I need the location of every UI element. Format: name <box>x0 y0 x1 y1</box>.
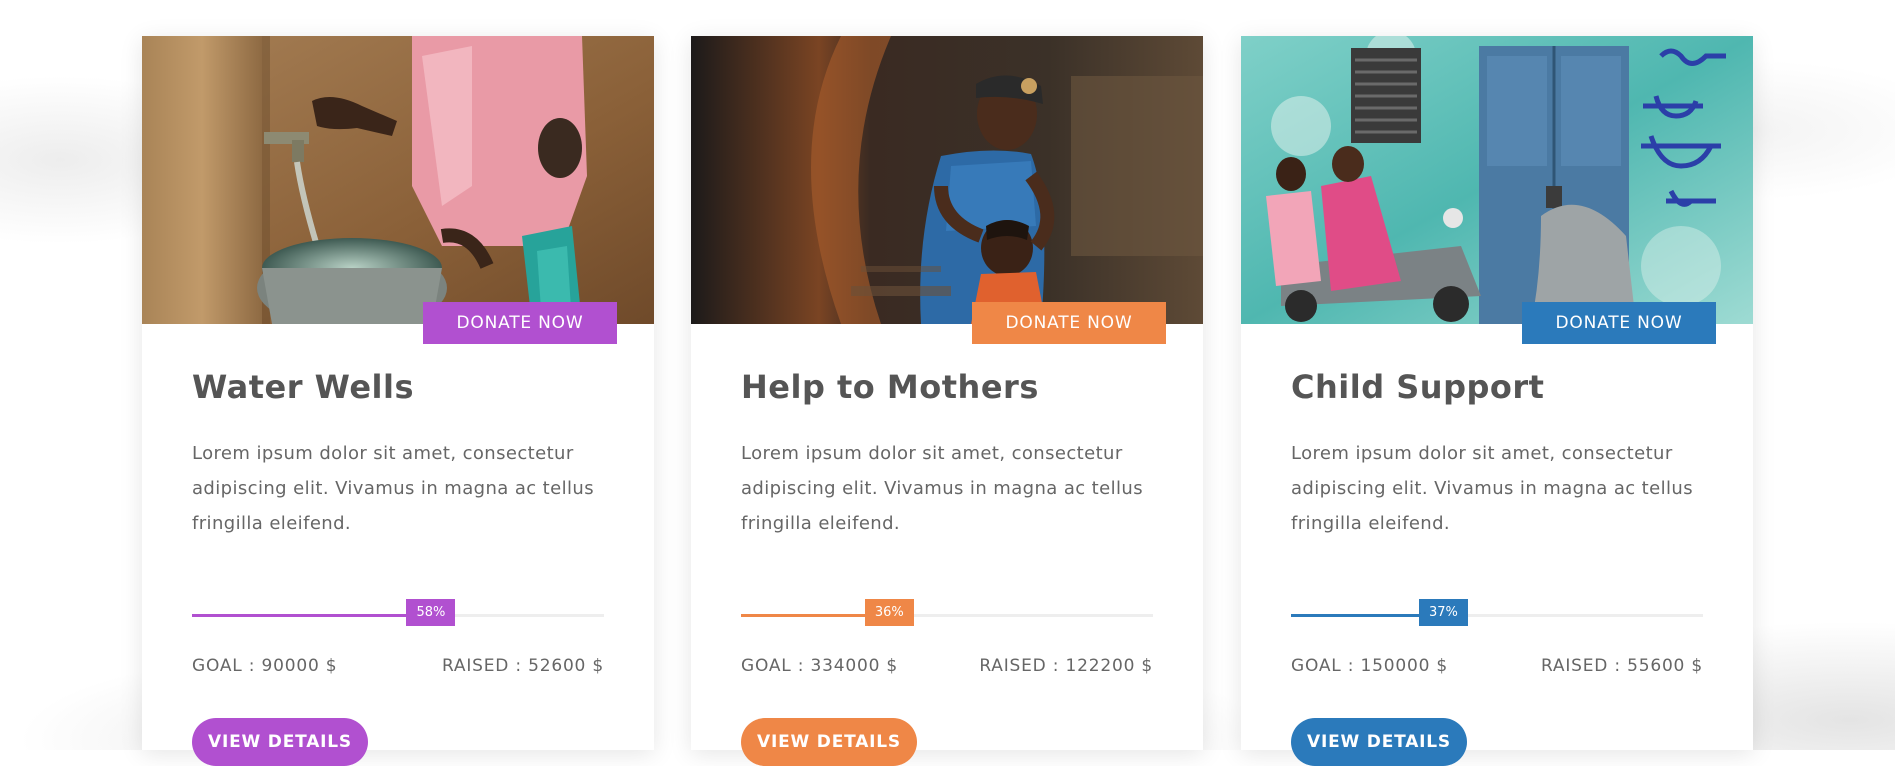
progress-percent-badge: 37% <box>1418 599 1468 626</box>
campaign-card-help-to-mothers: DONATE NOW Help to Mothers Lorem ipsum d… <box>691 36 1203 766</box>
water-wells-photo <box>142 36 654 324</box>
help-to-mothers-photo <box>691 36 1203 324</box>
donation-progress-bar: 36% <box>741 599 1153 626</box>
raised-amount: RAISED : 55600 $ <box>1540 656 1703 676</box>
donation-progress-bar: 37% <box>1291 599 1703 626</box>
campaign-card-water-wells: DONATE NOW Water Wells Lorem ipsum dolor… <box>142 36 654 766</box>
view-details-button[interactable]: VIEW DETAILS <box>1291 718 1467 766</box>
donate-now-button[interactable]: DONATE NOW <box>972 302 1166 344</box>
card-description: Lorem ipsum dolor sit amet, consectetur … <box>1291 443 1693 534</box>
goal-amount: GOAL : 90000 $ <box>192 656 338 676</box>
view-details-button[interactable]: VIEW DETAILS <box>192 718 368 766</box>
card-description: Lorem ipsum dolor sit amet, consectetur … <box>741 443 1143 534</box>
card-description: Lorem ipsum dolor sit amet, consectetur … <box>192 443 594 534</box>
donation-progress-bar: 58% <box>192 599 604 626</box>
child-support-photo <box>1241 36 1753 324</box>
donate-now-button[interactable]: DONATE NOW <box>423 302 617 344</box>
progress-percent-badge: 58% <box>406 599 456 626</box>
goal-amount: GOAL : 334000 $ <box>741 656 899 676</box>
card-title: Child Support <box>1291 368 1545 406</box>
raised-amount: RAISED : 52600 $ <box>441 656 604 676</box>
card-title: Water Wells <box>192 368 415 406</box>
progress-percent-badge: 36% <box>864 599 914 626</box>
campaign-card-child-support: DONATE NOW Child Support Lorem ipsum dol… <box>1241 36 1753 766</box>
view-details-button[interactable]: VIEW DETAILS <box>741 718 917 766</box>
card-title: Help to Mothers <box>741 368 1039 406</box>
progress-fill <box>192 614 431 617</box>
raised-amount: RAISED : 122200 $ <box>979 656 1153 676</box>
goal-amount: GOAL : 150000 $ <box>1291 656 1449 676</box>
donate-now-button[interactable]: DONATE NOW <box>1522 302 1716 344</box>
